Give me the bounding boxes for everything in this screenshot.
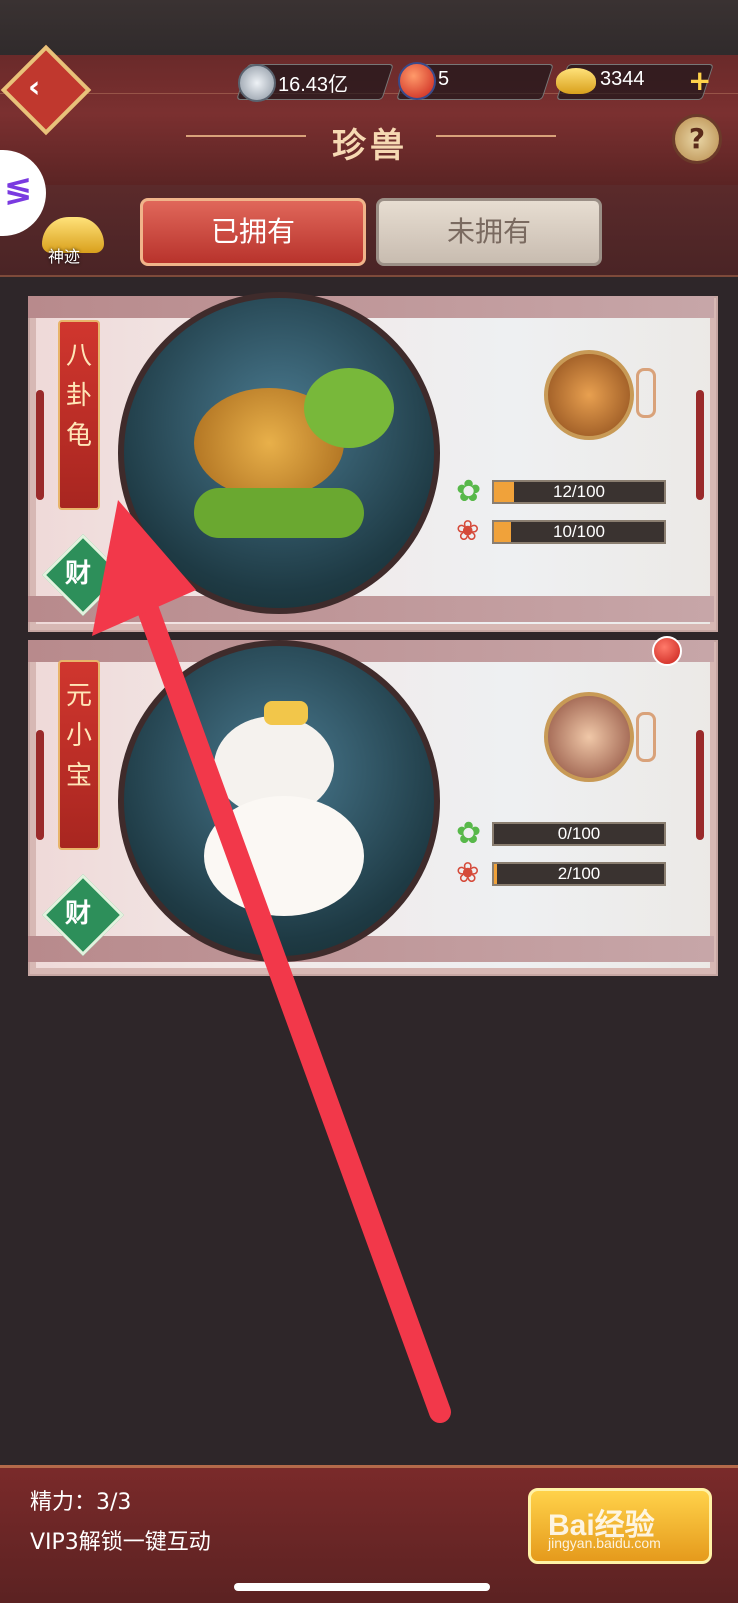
annotation-arrow	[92, 500, 451, 1423]
vip-unlock-text: VIP3解锁一键互动	[30, 1530, 211, 1555]
arrow-shaft	[119, 549, 451, 1423]
watermark-url: jingyan.baidu.com	[548, 1535, 661, 1551]
energy-text: 精力：3/3	[30, 1490, 132, 1515]
home-indicator[interactable]	[234, 1583, 490, 1591]
